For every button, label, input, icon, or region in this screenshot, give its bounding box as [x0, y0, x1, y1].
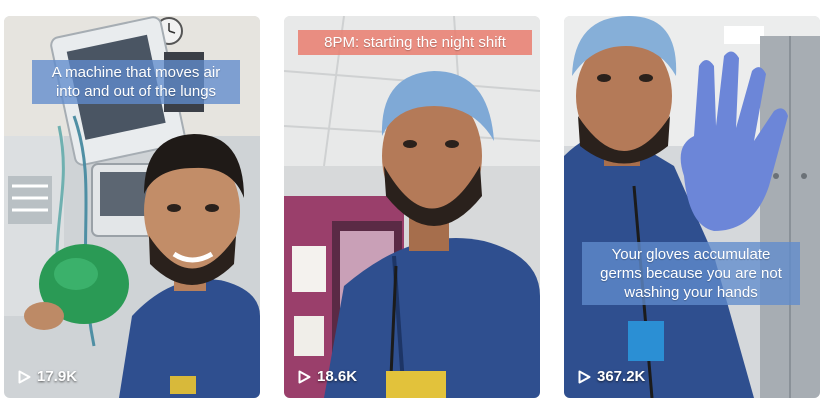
view-count: 17.9K — [37, 368, 78, 385]
view-count-row: 367.2K — [578, 368, 645, 385]
view-count-row: 17.9K — [18, 368, 77, 385]
play-icon — [298, 370, 311, 384]
video-caption: A machine that moves air into and out of… — [32, 60, 240, 104]
play-icon — [18, 370, 31, 384]
video-thumbnail-2 — [284, 16, 540, 398]
play-icon — [578, 370, 591, 384]
video-caption: 8PM: starting the night shift — [298, 30, 532, 55]
video-card-1[interactable]: A machine that moves air into and out of… — [4, 16, 260, 398]
video-grid: A machine that moves air into and out of… — [0, 0, 831, 413]
view-count: 18.6K — [317, 368, 358, 385]
video-card-3[interactable]: Your gloves accumulate germs because you… — [564, 16, 820, 398]
view-count: 367.2K — [597, 368, 646, 385]
video-card-2[interactable]: 8PM: starting the night shift 18.6K — [284, 16, 540, 398]
video-caption: Your gloves accumulate germs because you… — [582, 242, 800, 305]
view-count-row: 18.6K — [298, 368, 357, 385]
video-thumbnail-3 — [564, 16, 820, 398]
